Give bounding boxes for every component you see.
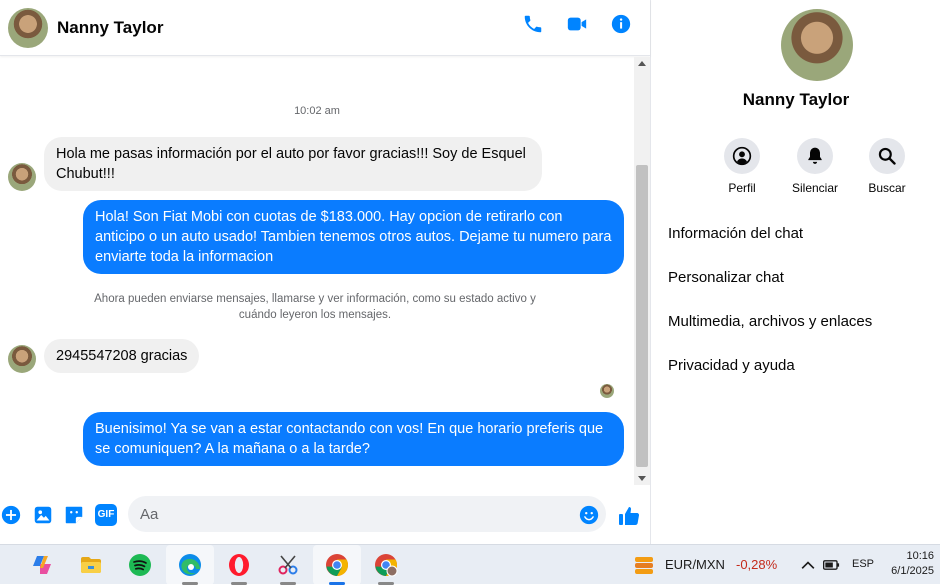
message-input[interactable]	[128, 496, 606, 532]
profile-action[interactable]: Perfil	[707, 138, 777, 195]
clock-time: 10:16	[906, 550, 934, 562]
bell-icon	[808, 147, 822, 164]
menu-chat-info[interactable]: Información del chat	[668, 225, 803, 242]
menu-media-files-links[interactable]: Multimedia, archivos y enlaces	[668, 313, 872, 330]
taskbar: EUR/MXN -0,28% ESP 10:16 6/1/2025	[0, 544, 940, 585]
contact-name[interactable]: Nanny Taylor	[57, 18, 163, 38]
snipping-tool-icon[interactable]	[276, 553, 300, 577]
language-indicator[interactable]: ESP	[852, 558, 874, 570]
action-label: Buscar	[868, 181, 906, 195]
ticker-change[interactable]: -0,28%	[736, 557, 777, 572]
chrome-profile-icon[interactable]	[374, 553, 398, 577]
plus-icon[interactable]	[0, 504, 22, 526]
profile-avatar[interactable]	[781, 9, 853, 81]
message-timestamp: 10:02 am	[294, 105, 340, 117]
like-icon[interactable]	[617, 504, 641, 528]
scroll-up-arrow[interactable]	[638, 61, 646, 66]
phone-icon[interactable]	[522, 13, 544, 35]
incoming-message[interactable]: 2945547208 gracias	[44, 339, 200, 373]
system-clock[interactable]: 10:16 6/1/2025	[891, 549, 934, 579]
profile-name: Nanny Taylor	[742, 90, 850, 109]
action-label: Silenciar	[791, 181, 839, 195]
composer: GIF	[0, 492, 650, 536]
chat-notice: Ahora pueden enviarse mensajes, llamarse…	[94, 293, 536, 321]
search-icon	[878, 147, 896, 165]
contact-avatar[interactable]	[8, 7, 48, 48]
profile-icon	[732, 146, 752, 166]
messenger-window: Nanny Taylor 10:02 am Hola me pasas info…	[0, 0, 940, 544]
copilot-icon[interactable]	[30, 553, 54, 577]
action-label: Perfil	[728, 181, 756, 195]
clock-date: 6/1/2025	[891, 565, 934, 577]
search-action[interactable]: Buscar	[852, 138, 922, 195]
menu-customize-chat[interactable]: Personalizar chat	[668, 269, 784, 286]
info-icon[interactable]	[610, 13, 632, 35]
chrome-icon[interactable]	[325, 553, 349, 577]
battery-network-icon[interactable]	[822, 555, 842, 575]
menu-privacy-help[interactable]: Privacidad y ayuda	[668, 357, 795, 374]
sender-avatar[interactable]	[8, 345, 36, 373]
gif-icon[interactable]: GIF	[95, 504, 117, 526]
chat-pane: Nanny Taylor 10:02 am Hola me pasas info…	[0, 0, 651, 544]
sticker-icon[interactable]	[63, 504, 85, 526]
message-list: 10:02 am Hola me pasas información por e…	[0, 57, 634, 485]
scroll-down-arrow[interactable]	[638, 476, 646, 481]
sender-avatar[interactable]	[8, 163, 36, 191]
opera-icon[interactable]	[227, 553, 251, 577]
spotify-icon[interactable]	[128, 553, 152, 577]
incoming-message[interactable]: Hola me pasas información por el auto po…	[44, 137, 542, 191]
outgoing-message[interactable]: Hola! Son Fiat Mobi con cuotas de $183.0…	[83, 200, 624, 274]
emoji-icon[interactable]	[578, 504, 600, 526]
chat-header: Nanny Taylor	[0, 0, 650, 56]
currency-ticker-icon	[635, 557, 653, 574]
chat-info-pane: Nanny Taylor Perfil Silenciar Buscar Inf…	[652, 0, 940, 544]
outgoing-message[interactable]: Buenisimo! Ya se van a estar contactando…	[83, 412, 624, 466]
edge-icon[interactable]	[178, 553, 202, 577]
chevron-up-icon[interactable]	[798, 555, 818, 575]
seen-avatar	[600, 384, 614, 398]
video-icon[interactable]	[566, 13, 588, 35]
ticker-symbol[interactable]: EUR/MXN	[665, 557, 725, 572]
header-actions	[522, 13, 632, 35]
message-scrollbar[interactable]	[634, 57, 650, 485]
scroll-thumb[interactable]	[636, 165, 648, 467]
file-explorer-icon[interactable]	[79, 553, 103, 577]
gallery-icon[interactable]	[32, 504, 54, 526]
mute-action[interactable]: Silenciar	[780, 138, 850, 195]
